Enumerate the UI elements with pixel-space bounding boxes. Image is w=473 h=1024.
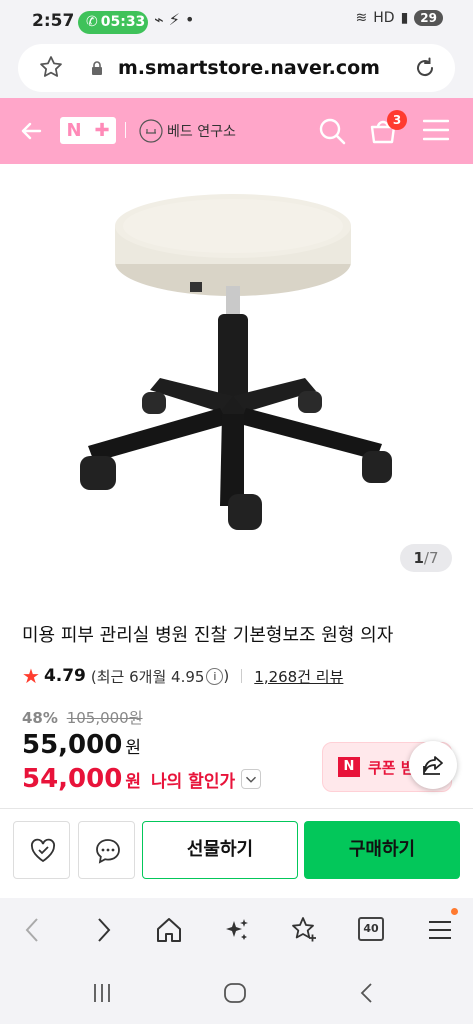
system-nav-bar	[0, 964, 473, 1024]
clock: 2:57	[32, 11, 75, 31]
naver-coupon-icon: N	[338, 757, 360, 777]
battery-indicator: 29	[414, 10, 443, 26]
browser-menu-icon[interactable]	[425, 915, 455, 945]
pager-current: 1	[413, 549, 424, 567]
sale-price: 55,000 원	[22, 730, 141, 760]
hamburger-menu-icon[interactable]	[423, 119, 449, 141]
browser-toolbar: m.smartstore.naver.com	[0, 40, 473, 98]
brand-n: N	[66, 120, 82, 141]
original-price: 105,000원	[66, 709, 143, 727]
call-duration: 05:33	[100, 14, 146, 30]
url-text[interactable]: m.smartstore.naver.com	[118, 57, 380, 79]
hd-icon: HD	[373, 10, 395, 26]
home-icon[interactable]	[154, 915, 184, 945]
coupon-label: 쿠폰 받	[368, 758, 415, 777]
header-divider	[125, 122, 126, 138]
system-icons: ≋ HD ▮ 29	[356, 10, 443, 26]
chevron-down-icon[interactable]	[241, 769, 262, 789]
share-icon	[423, 756, 443, 775]
sale-price-unit: 원	[125, 738, 141, 758]
product-image-gallery[interactable]: 1/7	[0, 164, 473, 590]
talktalk-button[interactable]	[78, 821, 135, 879]
tabs-count-button[interactable]: 40	[358, 917, 384, 941]
my-discount-price[interactable]: 54,000 원 나의 할인가	[22, 764, 262, 794]
call-indicator[interactable]: ✆ 05:33	[78, 11, 148, 34]
reload-icon[interactable]	[413, 56, 437, 80]
sale-price-value: 55,000	[22, 730, 123, 760]
review-count-link[interactable]: 1,268건 리뷰	[254, 666, 343, 687]
status-bar: 2:57 ✆ 05:33 ⌁ ⚡ • ≋ HD ▮ 29	[0, 0, 473, 40]
recent-rating: (최근 6개월 4.95	[90, 667, 205, 686]
share-button[interactable]	[409, 741, 457, 789]
browser-forward-icon[interactable]	[88, 915, 118, 945]
wishlist-button[interactable]	[13, 821, 70, 879]
back-arrow-icon[interactable]	[19, 119, 43, 143]
favorites-icon[interactable]	[289, 915, 319, 945]
home-button-icon[interactable]	[222, 980, 248, 1006]
store-header: N ✚ 베드 연구소 3	[0, 98, 473, 164]
address-bar[interactable]: m.smartstore.naver.com	[18, 44, 455, 92]
my-price-unit: 원	[125, 771, 141, 792]
brand-plus: ✚	[94, 120, 110, 141]
notification-icons: ⌁ ⚡ •	[154, 10, 195, 29]
rating-score: 4.79	[43, 666, 86, 686]
heart-check-icon	[31, 838, 55, 863]
star-icon: ★	[22, 664, 40, 688]
signal-icon: ▮	[400, 10, 409, 26]
wifi-icon: ≋	[355, 10, 368, 26]
rating-row: ★ 4.79 (최근 6개월 4.95 i) 1,268건 리뷰	[22, 664, 343, 688]
phone-icon: ✆	[86, 14, 98, 30]
naver-plus-logo[interactable]: N ✚	[60, 117, 116, 144]
pager-total: /7	[423, 549, 439, 567]
my-price-label: 나의 할인가	[150, 771, 236, 792]
gift-button[interactable]: 선물하기	[142, 821, 298, 879]
image-pager: 1/7	[400, 544, 452, 572]
product-title: 미용 피부 관리실 병원 진찰 기본형보조 원형 의자	[22, 625, 394, 646]
info-icon[interactable]: i	[206, 667, 224, 685]
system-back-icon[interactable]	[354, 980, 380, 1006]
buy-button[interactable]: 구매하기	[304, 821, 460, 879]
my-price-value: 54,000	[22, 764, 123, 794]
recent-apps-icon[interactable]	[89, 980, 115, 1006]
discount-row: 48% 105,000원	[22, 707, 143, 728]
store-name[interactable]: 베드 연구소	[167, 121, 236, 141]
sparkle-icon[interactable]	[222, 915, 252, 945]
product-image-stool	[80, 194, 392, 530]
cart-count-badge: 3	[387, 110, 407, 130]
chat-bubble-icon	[96, 839, 120, 864]
browser-back-icon[interactable]	[18, 915, 48, 945]
search-icon[interactable]	[318, 117, 346, 145]
notification-dot	[451, 908, 458, 915]
section-divider	[0, 808, 473, 809]
recent-rating-close: )	[223, 667, 230, 685]
store-logo-icon[interactable]	[138, 118, 164, 144]
browser-bottom-nav: 40	[0, 898, 473, 964]
lock-icon	[92, 61, 102, 75]
bookmark-star-icon[interactable]	[38, 54, 64, 80]
rating-divider	[241, 669, 243, 683]
discount-percent: 48%	[22, 709, 58, 727]
